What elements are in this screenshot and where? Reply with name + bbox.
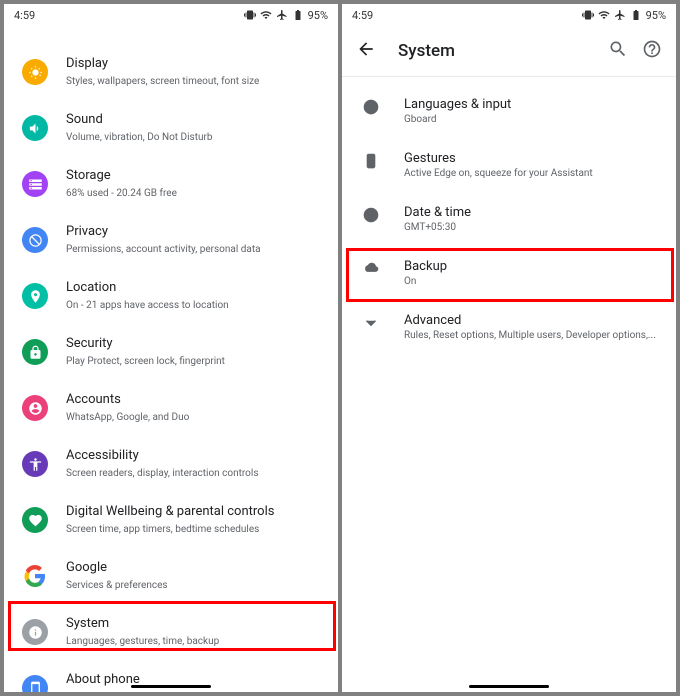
status-bar: 4:59 95%	[342, 4, 676, 26]
battery-icon	[292, 9, 304, 21]
cloud-icon	[360, 259, 382, 278]
settings-item-sound[interactable]: Sound Volume, vibration, Do Not Disturb	[4, 100, 338, 156]
settings-item-privacy[interactable]: Privacy Permissions, account activity, p…	[4, 212, 338, 268]
item-sub: Pixel 3a	[66, 691, 320, 692]
item-sub: GMT+05:30	[404, 222, 658, 233]
pin-icon	[22, 283, 48, 309]
item-sub: Permissions, account activity, personal …	[66, 243, 320, 256]
status-time: 4:59	[14, 9, 35, 22]
brightness-icon	[22, 59, 48, 85]
system-item-languages[interactable]: Languages & input Gboard	[342, 85, 676, 139]
item-title: Languages & input	[404, 97, 658, 112]
item-sub: 68% used - 20.24 GB free	[66, 187, 320, 200]
accessibility-icon	[22, 451, 48, 477]
status-time: 4:59	[352, 9, 373, 22]
settings-screen: 4:59 95% Display Styles, wallpapers, scr…	[4, 4, 338, 692]
vibrate-icon	[244, 9, 256, 21]
item-title: Display	[66, 56, 320, 73]
system-screen: 4:59 95% System Lan	[342, 4, 676, 692]
settings-item-location[interactable]: Location On - 21 apps have access to loc…	[4, 268, 338, 324]
item-sub: Languages, gestures, time, backup	[66, 635, 320, 648]
item-sub: On	[404, 276, 658, 287]
item-sub: Styles, wallpapers, screen timeout, font…	[66, 75, 320, 88]
clock-icon	[360, 205, 382, 224]
page-title: System	[398, 41, 608, 61]
system-item-backup[interactable]: Backup On	[342, 247, 676, 301]
search-button[interactable]	[608, 39, 628, 63]
battery-pct: 95%	[308, 9, 328, 22]
item-sub: Rules, Reset options, Multiple users, De…	[404, 330, 658, 341]
item-title: Storage	[66, 168, 320, 185]
settings-list[interactable]: Display Styles, wallpapers, screen timeo…	[4, 26, 338, 692]
account-icon	[22, 395, 48, 421]
settings-item-system[interactable]: System Languages, gestures, time, backup	[4, 604, 338, 660]
item-title: System	[66, 616, 320, 633]
phone-icon	[22, 675, 48, 692]
battery-pct: 95%	[646, 9, 666, 22]
item-title: Accessibility	[66, 448, 320, 465]
item-title: Security	[66, 336, 320, 353]
vibrate-icon	[582, 9, 594, 21]
back-button[interactable]	[356, 39, 376, 63]
item-title: Date & time	[404, 205, 658, 220]
item-sub: Screen readers, display, interaction con…	[66, 467, 320, 480]
item-sub: On - 21 apps have access to location	[66, 299, 320, 312]
item-title: Digital Wellbeing & parental controls	[66, 504, 320, 521]
storage-icon	[22, 171, 48, 197]
airplane-icon	[614, 9, 626, 21]
item-title: Backup	[404, 259, 658, 274]
volume-icon	[22, 115, 48, 141]
google-icon	[22, 563, 48, 589]
settings-item-display[interactable]: Display Styles, wallpapers, screen timeo…	[4, 44, 338, 100]
info-icon	[22, 619, 48, 645]
nav-bar[interactable]	[469, 685, 549, 688]
settings-item-storage[interactable]: Storage 68% used - 20.24 GB free	[4, 156, 338, 212]
status-icons: 95%	[582, 9, 666, 22]
system-list[interactable]: Languages & input Gboard Gestures Active…	[342, 77, 676, 355]
system-item-datetime[interactable]: Date & time GMT+05:30	[342, 193, 676, 247]
wifi-icon	[260, 9, 272, 21]
item-sub: Volume, vibration, Do Not Disturb	[66, 131, 320, 144]
item-title: Google	[66, 560, 320, 577]
item-sub: Services & preferences	[66, 579, 320, 592]
settings-item-security[interactable]: Security Play Protect, screen lock, fing…	[4, 324, 338, 380]
item-title: Location	[66, 280, 320, 297]
settings-item-accessibility[interactable]: Accessibility Screen readers, display, i…	[4, 436, 338, 492]
item-sub: Active Edge on, squeeze for your Assista…	[404, 168, 658, 179]
wifi-icon	[598, 9, 610, 21]
chevron-down-icon	[360, 313, 382, 332]
privacy-icon	[22, 227, 48, 253]
lock-icon	[22, 339, 48, 365]
nav-bar[interactable]	[131, 685, 211, 688]
system-item-gestures[interactable]: Gestures Active Edge on, squeeze for you…	[342, 139, 676, 193]
status-icons: 95%	[244, 9, 328, 22]
heart-icon	[22, 507, 48, 533]
gesture-icon	[360, 151, 382, 170]
item-sub: Gboard	[404, 114, 658, 125]
system-header: System	[342, 26, 676, 76]
help-button[interactable]	[642, 39, 662, 63]
item-sub: Play Protect, screen lock, fingerprint	[66, 355, 320, 368]
battery-icon	[630, 9, 642, 21]
item-sub: WhatsApp, Google, and Duo	[66, 411, 320, 424]
item-sub: Screen time, app timers, bedtime schedul…	[66, 523, 320, 536]
airplane-icon	[276, 9, 288, 21]
globe-icon	[360, 97, 382, 116]
system-item-advanced[interactable]: Advanced Rules, Reset options, Multiple …	[342, 301, 676, 355]
item-title: Sound	[66, 112, 320, 129]
item-title: Privacy	[66, 224, 320, 241]
item-title: Accounts	[66, 392, 320, 409]
item-title: Gestures	[404, 151, 658, 166]
settings-item-google[interactable]: Google Services & preferences	[4, 548, 338, 604]
item-title: Advanced	[404, 313, 658, 328]
settings-item-accounts[interactable]: Accounts WhatsApp, Google, and Duo	[4, 380, 338, 436]
settings-item-wellbeing[interactable]: Digital Wellbeing & parental controls Sc…	[4, 492, 338, 548]
status-bar: 4:59 95%	[4, 4, 338, 26]
